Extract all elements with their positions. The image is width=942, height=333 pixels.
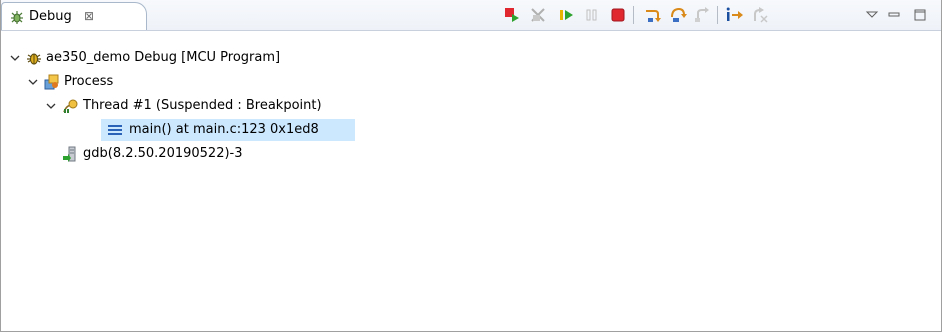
- debug-tab[interactable]: Debug ⊠: [1, 2, 147, 30]
- step-return-icon[interactable]: [693, 6, 711, 24]
- stack-frame-icon: [107, 122, 123, 138]
- resume-icon[interactable]: [557, 6, 575, 24]
- tree-item-thread[interactable]: Thread #1 (Suspended : Breakpoint): [1, 95, 441, 117]
- thread-suspended-icon: [62, 98, 78, 114]
- tree-item-label: Process: [64, 74, 114, 89]
- toolbar-separator: [633, 6, 634, 24]
- tree-item-label: Thread #1 (Suspended : Breakpoint): [83, 98, 322, 113]
- view-tab-bar: Debug ⊠: [1, 0, 941, 31]
- toolbar-separator: [717, 6, 718, 24]
- process-icon: [44, 74, 60, 90]
- tree-item-stack-frame[interactable]: main() at main.c:123 0x1ed8: [101, 119, 355, 141]
- debug-view: Debug ⊠ ae350_demo Debug [MCU Program] P…: [0, 0, 942, 332]
- terminate-icon[interactable]: [609, 6, 627, 24]
- drop-to-frame-icon[interactable]: [751, 6, 769, 24]
- tree-item-gdb[interactable]: gdb(8.2.50.20190522)-3: [1, 143, 301, 165]
- tree-item-label: main() at main.c:123 0x1ed8: [129, 122, 319, 137]
- close-icon[interactable]: ⊠: [84, 8, 94, 24]
- debug-bug-icon: [9, 9, 25, 25]
- launch-bug-icon: [26, 50, 42, 66]
- view-menu-icon[interactable]: [863, 6, 881, 24]
- tree-item-label: ae350_demo Debug [MCU Program]: [46, 50, 281, 65]
- chevron-down-icon[interactable]: [27, 71, 39, 93]
- step-into-icon[interactable]: [643, 6, 661, 24]
- maximize-icon[interactable]: [911, 6, 929, 24]
- chevron-down-icon[interactable]: [45, 95, 57, 117]
- instruction-stepping-icon[interactable]: [725, 6, 743, 24]
- suspend-icon[interactable]: [583, 6, 601, 24]
- debug-tab-label: Debug: [29, 9, 72, 24]
- tree-item-label: gdb(8.2.50.20190522)-3: [83, 146, 243, 161]
- tree-item-process[interactable]: Process: [1, 71, 201, 93]
- terminate-and-remove-icon[interactable]: [529, 6, 547, 24]
- step-over-icon[interactable]: [669, 6, 687, 24]
- minimize-icon[interactable]: [885, 6, 903, 24]
- gdb-process-icon: [62, 146, 78, 162]
- tree-item-launch[interactable]: ae350_demo Debug [MCU Program]: [1, 47, 381, 69]
- connect-icon[interactable]: [503, 6, 521, 24]
- chevron-down-icon[interactable]: [9, 47, 21, 69]
